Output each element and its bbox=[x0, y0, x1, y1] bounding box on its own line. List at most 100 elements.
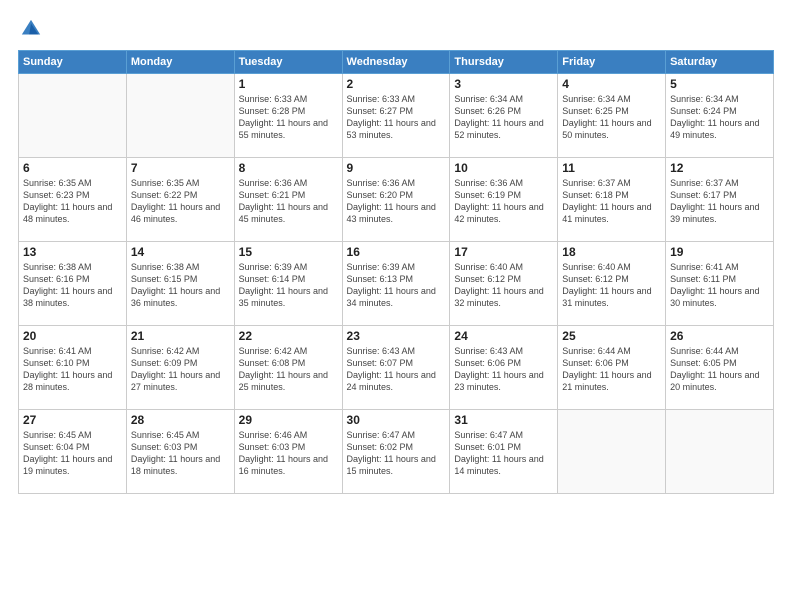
day-info: Sunrise: 6:37 AMSunset: 6:18 PMDaylight:… bbox=[562, 177, 661, 226]
calendar-cell: 30 Sunrise: 6:47 AMSunset: 6:02 PMDayligh… bbox=[342, 410, 450, 494]
calendar-week-row: 6 Sunrise: 6:35 AMSunset: 6:23 PMDaylight… bbox=[19, 158, 774, 242]
calendar-cell: 4Sunrise: 6:34 AMSunset: 6:25 PMDaylight… bbox=[558, 74, 666, 158]
calendar-cell: 2 Sunrise: 6:33 AMSunset: 6:27 PMDaylight… bbox=[342, 74, 450, 158]
calendar-week-row: 13 Sunrise: 6:38 AMSunset: 6:16 PMDayligh… bbox=[19, 242, 774, 326]
day-number: 16 bbox=[347, 245, 446, 259]
calendar-cell: 9Sunrise: 6:36 AMSunset: 6:20 PMDaylight… bbox=[342, 158, 450, 242]
day-number: 29 bbox=[239, 413, 338, 427]
day-info: Sunrise: 6:45 AMSunset: 6:04 PMDaylight:… bbox=[23, 429, 122, 478]
calendar-cell bbox=[666, 410, 774, 494]
logo-icon bbox=[20, 18, 42, 40]
calendar-cell: 14 Sunrise: 6:38 AMSunset: 6:15 PMDayligh… bbox=[126, 242, 234, 326]
day-info: Sunrise: 6:34 AMSunset: 6:25 PMDaylight:… bbox=[562, 93, 661, 142]
calendar-header-row: SundayMondayTuesdayWednesdayThursdayFrid… bbox=[19, 51, 774, 74]
day-number: 28 bbox=[131, 413, 230, 427]
day-number: 10 bbox=[454, 161, 553, 175]
calendar-cell: 6 Sunrise: 6:35 AMSunset: 6:23 PMDaylight… bbox=[19, 158, 127, 242]
day-number: 8 bbox=[239, 161, 338, 175]
day-number: 3 bbox=[454, 77, 553, 91]
calendar-header-sunday: Sunday bbox=[19, 51, 127, 74]
day-info: Sunrise: 6:39 AMSunset: 6:13 PMDaylight:… bbox=[347, 261, 446, 310]
calendar-cell bbox=[126, 74, 234, 158]
day-number: 17 bbox=[454, 245, 553, 259]
calendar-cell: 10 Sunrise: 6:36 AMSunset: 6:19 PMDayligh… bbox=[450, 158, 558, 242]
day-info: Sunrise: 6:33 AMSunset: 6:27 PMDaylight:… bbox=[347, 93, 446, 142]
day-number: 14 bbox=[131, 245, 230, 259]
day-info: Sunrise: 6:47 AMSunset: 6:02 PMDaylight:… bbox=[347, 429, 446, 478]
day-info: Sunrise: 6:35 AMSunset: 6:23 PMDaylight:… bbox=[23, 177, 122, 226]
calendar-cell: 17 Sunrise: 6:40 AMSunset: 6:12 PMDayligh… bbox=[450, 242, 558, 326]
calendar-week-row: 20 Sunrise: 6:41 AMSunset: 6:10 PMDayligh… bbox=[19, 326, 774, 410]
calendar-cell: 7Sunrise: 6:35 AMSunset: 6:22 PMDaylight… bbox=[126, 158, 234, 242]
day-info: Sunrise: 6:43 AMSunset: 6:07 PMDaylight:… bbox=[347, 345, 446, 394]
day-info: Sunrise: 6:36 AMSunset: 6:20 PMDaylight:… bbox=[347, 177, 446, 226]
calendar-cell: 31Sunrise: 6:47 AMSunset: 6:01 PMDayligh… bbox=[450, 410, 558, 494]
day-number: 26 bbox=[670, 329, 769, 343]
day-number: 25 bbox=[562, 329, 661, 343]
calendar-header-saturday: Saturday bbox=[666, 51, 774, 74]
day-number: 1 bbox=[239, 77, 338, 91]
day-info: Sunrise: 6:40 AMSunset: 6:12 PMDaylight:… bbox=[454, 261, 553, 310]
calendar-header-thursday: Thursday bbox=[450, 51, 558, 74]
calendar-cell: 21Sunrise: 6:42 AMSunset: 6:09 PMDayligh… bbox=[126, 326, 234, 410]
calendar-cell: 3 Sunrise: 6:34 AMSunset: 6:26 PMDaylight… bbox=[450, 74, 558, 158]
calendar-cell: 19Sunrise: 6:41 AMSunset: 6:11 PMDayligh… bbox=[666, 242, 774, 326]
day-info: Sunrise: 6:47 AMSunset: 6:01 PMDaylight:… bbox=[454, 429, 553, 478]
day-number: 23 bbox=[347, 329, 446, 343]
calendar-header-wednesday: Wednesday bbox=[342, 51, 450, 74]
day-number: 22 bbox=[239, 329, 338, 343]
day-info: Sunrise: 6:40 AMSunset: 6:12 PMDaylight:… bbox=[562, 261, 661, 310]
day-number: 27 bbox=[23, 413, 122, 427]
calendar-cell bbox=[558, 410, 666, 494]
calendar-cell: 25 Sunrise: 6:44 AMSunset: 6:06 PMDayligh… bbox=[558, 326, 666, 410]
day-info: Sunrise: 6:37 AMSunset: 6:17 PMDaylight:… bbox=[670, 177, 769, 226]
day-number: 21 bbox=[131, 329, 230, 343]
day-info: Sunrise: 6:38 AMSunset: 6:15 PMDaylight:… bbox=[131, 261, 230, 310]
day-number: 19 bbox=[670, 245, 769, 259]
calendar-cell: 13 Sunrise: 6:38 AMSunset: 6:16 PMDayligh… bbox=[19, 242, 127, 326]
day-number: 15 bbox=[239, 245, 338, 259]
logo bbox=[18, 18, 42, 40]
calendar: SundayMondayTuesdayWednesdayThursdayFrid… bbox=[18, 50, 774, 494]
calendar-cell: 16 Sunrise: 6:39 AMSunset: 6:13 PMDayligh… bbox=[342, 242, 450, 326]
calendar-cell: 20 Sunrise: 6:41 AMSunset: 6:10 PMDayligh… bbox=[19, 326, 127, 410]
day-info: Sunrise: 6:44 AMSunset: 6:06 PMDaylight:… bbox=[562, 345, 661, 394]
calendar-cell: 1 Sunrise: 6:33 AMSunset: 6:28 PMDaylight… bbox=[234, 74, 342, 158]
calendar-cell: 24 Sunrise: 6:43 AMSunset: 6:06 PMDayligh… bbox=[450, 326, 558, 410]
calendar-cell: 12 Sunrise: 6:37 AMSunset: 6:17 PMDayligh… bbox=[666, 158, 774, 242]
day-number: 6 bbox=[23, 161, 122, 175]
day-number: 2 bbox=[347, 77, 446, 91]
day-info: Sunrise: 6:39 AMSunset: 6:14 PMDaylight:… bbox=[239, 261, 338, 310]
day-info: Sunrise: 6:42 AMSunset: 6:08 PMDaylight:… bbox=[239, 345, 338, 394]
day-info: Sunrise: 6:41 AMSunset: 6:10 PMDaylight:… bbox=[23, 345, 122, 394]
day-info: Sunrise: 6:44 AMSunset: 6:05 PMDaylight:… bbox=[670, 345, 769, 394]
day-number: 12 bbox=[670, 161, 769, 175]
day-info: Sunrise: 6:38 AMSunset: 6:16 PMDaylight:… bbox=[23, 261, 122, 310]
calendar-header-friday: Friday bbox=[558, 51, 666, 74]
day-number: 20 bbox=[23, 329, 122, 343]
day-number: 24 bbox=[454, 329, 553, 343]
day-info: Sunrise: 6:36 AMSunset: 6:19 PMDaylight:… bbox=[454, 177, 553, 226]
day-number: 30 bbox=[347, 413, 446, 427]
calendar-cell: 23 Sunrise: 6:43 AMSunset: 6:07 PMDayligh… bbox=[342, 326, 450, 410]
day-info: Sunrise: 6:34 AMSunset: 6:24 PMDaylight:… bbox=[670, 93, 769, 142]
day-number: 5 bbox=[670, 77, 769, 91]
day-number: 13 bbox=[23, 245, 122, 259]
day-info: Sunrise: 6:33 AMSunset: 6:28 PMDaylight:… bbox=[239, 93, 338, 142]
calendar-week-row: 27 Sunrise: 6:45 AMSunset: 6:04 PMDayligh… bbox=[19, 410, 774, 494]
calendar-cell: 27 Sunrise: 6:45 AMSunset: 6:04 PMDayligh… bbox=[19, 410, 127, 494]
calendar-header-tuesday: Tuesday bbox=[234, 51, 342, 74]
day-number: 11 bbox=[562, 161, 661, 175]
day-info: Sunrise: 6:36 AMSunset: 6:21 PMDaylight:… bbox=[239, 177, 338, 226]
day-info: Sunrise: 6:43 AMSunset: 6:06 PMDaylight:… bbox=[454, 345, 553, 394]
calendar-cell: 29Sunrise: 6:46 AMSunset: 6:03 PMDayligh… bbox=[234, 410, 342, 494]
calendar-week-row: 1 Sunrise: 6:33 AMSunset: 6:28 PMDaylight… bbox=[19, 74, 774, 158]
calendar-cell: 18Sunrise: 6:40 AMSunset: 6:12 PMDayligh… bbox=[558, 242, 666, 326]
day-info: Sunrise: 6:34 AMSunset: 6:26 PMDaylight:… bbox=[454, 93, 553, 142]
calendar-header-monday: Monday bbox=[126, 51, 234, 74]
calendar-cell: 26 Sunrise: 6:44 AMSunset: 6:05 PMDayligh… bbox=[666, 326, 774, 410]
calendar-cell: 22 Sunrise: 6:42 AMSunset: 6:08 PMDayligh… bbox=[234, 326, 342, 410]
day-info: Sunrise: 6:45 AMSunset: 6:03 PMDaylight:… bbox=[131, 429, 230, 478]
calendar-cell: 11 Sunrise: 6:37 AMSunset: 6:18 PMDayligh… bbox=[558, 158, 666, 242]
calendar-cell: 15 Sunrise: 6:39 AMSunset: 6:14 PMDayligh… bbox=[234, 242, 342, 326]
